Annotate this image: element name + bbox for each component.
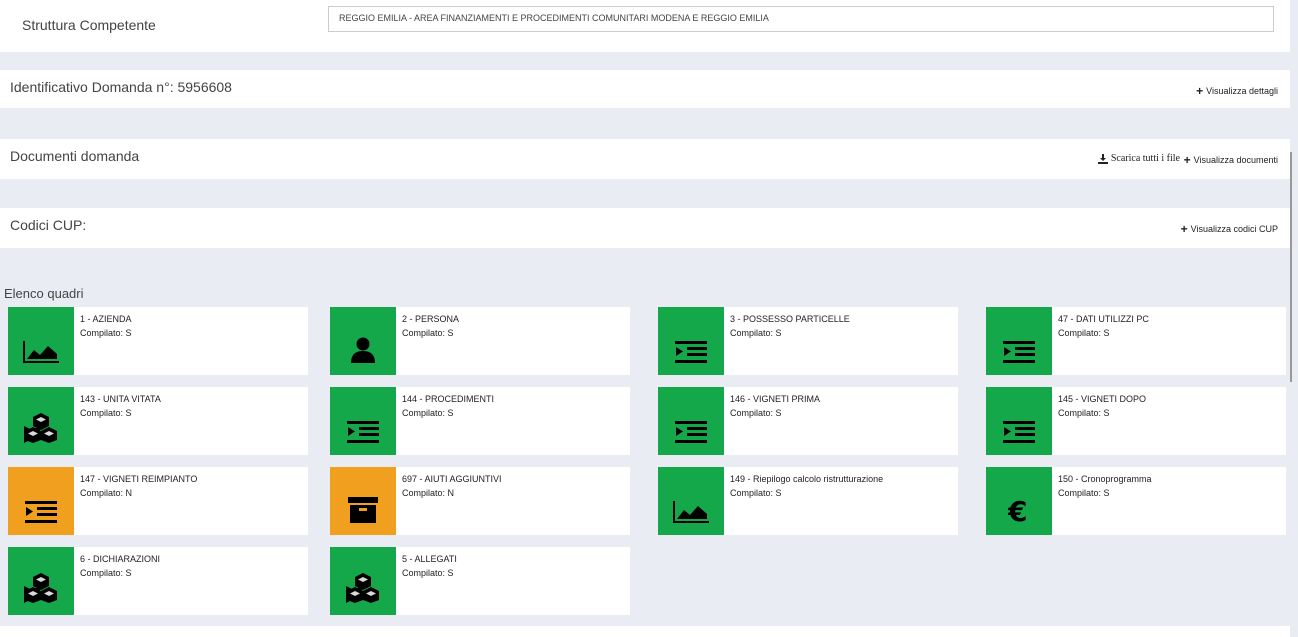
documenti-panel: Documenti domanda Scarica tutti i file +… xyxy=(0,139,1290,179)
scarica-tutti-link[interactable]: Scarica tutti i file xyxy=(1097,153,1180,164)
cubes-icon xyxy=(330,547,396,615)
plus-icon: + xyxy=(1183,153,1191,167)
quadro-card[interactable]: 143 - UNITA VITATA Compilato: S xyxy=(8,387,308,455)
quadro-title: 143 - UNITA VITATA xyxy=(80,394,161,404)
cubes-icon xyxy=(8,547,74,615)
quadro-status: Compilato: S xyxy=(730,488,782,498)
visualizza-cup-link[interactable]: + Visualizza codici CUP xyxy=(1181,222,1278,236)
cup-panel: Codici CUP: + Visualizza codici CUP xyxy=(0,208,1290,248)
indent-icon xyxy=(330,387,396,455)
area-chart-icon xyxy=(658,467,724,535)
identificativo-title: Identificativo Domanda n°: 5956608 xyxy=(10,79,232,95)
quadro-status: Compilato: S xyxy=(730,408,782,418)
scrollbar[interactable] xyxy=(1290,152,1292,382)
quadro-card[interactable]: 47 - DATI UTILIZZI PC Compilato: S xyxy=(986,307,1286,375)
quadro-card[interactable]: 5 - ALLEGATI Compilato: S xyxy=(330,547,630,615)
quadro-title: 3 - POSSESSO PARTICELLE xyxy=(730,314,850,324)
quadro-title: 1 - AZIENDA xyxy=(80,314,132,324)
svg-text:€: € xyxy=(1008,497,1027,523)
quadro-status: Compilato: S xyxy=(80,408,132,418)
quadro-title: 2 - PERSONA xyxy=(402,314,460,324)
plus-icon: + xyxy=(1196,84,1204,98)
quadro-status: Compilato: S xyxy=(80,328,132,338)
indent-icon xyxy=(986,307,1052,375)
quadro-title: 6 - DICHIARAZIONI xyxy=(80,554,161,564)
visualizza-documenti-link[interactable]: + Visualizza documenti xyxy=(1184,153,1278,167)
visualizza-dettagli-link[interactable]: + Visualizza dettagli xyxy=(1196,84,1278,98)
quadro-status: Compilato: N xyxy=(402,488,455,498)
struttura-row: Struttura Competente REGGIO EMILIA - ARE… xyxy=(0,0,1290,52)
indent-icon xyxy=(658,307,724,375)
quadro-title: 147 - VIGNETI REIMPIANTO xyxy=(80,474,198,484)
quadro-title: 149 - Riepilogo calcolo ristrutturazione xyxy=(730,474,884,484)
quadro-title: 146 - VIGNETI PRIMA xyxy=(730,394,821,404)
quadro-title: 5 - ALLEGATI xyxy=(402,554,457,564)
cubes-icon xyxy=(8,387,74,455)
quadro-card[interactable]: 149 - Riepilogo calcolo ristrutturazione… xyxy=(658,467,958,535)
archive-icon xyxy=(330,467,396,535)
struttura-value: REGGIO EMILIA - AREA FINANZIAMENTI E PRO… xyxy=(328,6,1274,32)
visualizza-documenti-label: Visualizza documenti xyxy=(1193,155,1278,165)
user-icon xyxy=(330,307,396,375)
indent-icon xyxy=(986,387,1052,455)
quadro-title: 47 - DATI UTILIZZI PC xyxy=(1058,314,1149,324)
bottom-strip xyxy=(0,626,1290,637)
cup-title: Codici CUP: xyxy=(10,217,87,233)
identificativo-panel: Identificativo Domanda n°: 5956608 + Vis… xyxy=(0,70,1290,108)
quadro-card[interactable]: 146 - VIGNETI PRIMA Compilato: S xyxy=(658,387,958,455)
quadro-status: Compilato: S xyxy=(402,568,454,578)
quadro-status: Compilato: S xyxy=(730,328,782,338)
quadro-card[interactable]: 145 - VIGNETI DOPO Compilato: S xyxy=(986,387,1286,455)
quadro-title: 697 - AIUTI AGGIUNTIVI xyxy=(402,474,502,484)
quadro-card[interactable]: 144 - PROCEDIMENTI Compilato: S xyxy=(330,387,630,455)
quadro-status: Compilato: N xyxy=(80,488,133,498)
quadro-status: Compilato: S xyxy=(1058,328,1110,338)
plus-icon: + xyxy=(1180,222,1188,236)
area-chart-icon xyxy=(8,307,74,375)
visualizza-cup-label: Visualizza codici CUP xyxy=(1190,224,1278,234)
elenco-quadri-title: Elenco quadri xyxy=(4,286,84,301)
quadro-card[interactable]: 2 - PERSONA Compilato: S xyxy=(330,307,630,375)
quadro-title: 144 - PROCEDIMENTI xyxy=(402,394,495,404)
quadro-title: 145 - VIGNETI DOPO xyxy=(1058,394,1147,404)
quadro-status: Compilato: S xyxy=(1058,488,1110,498)
quadro-card[interactable]: €150 - Cronoprogramma Compilato: S xyxy=(986,467,1286,535)
quadro-status: Compilato: S xyxy=(402,408,454,418)
indent-icon xyxy=(8,467,74,535)
quadro-status: Compilato: S xyxy=(1058,408,1110,418)
quadro-card[interactable]: 1 - AZIENDA Compilato: S xyxy=(8,307,308,375)
euro-icon: € xyxy=(986,467,1052,535)
quadro-card[interactable]: 6 - DICHIARAZIONI Compilato: S xyxy=(8,547,308,615)
visualizza-dettagli-label: Visualizza dettagli xyxy=(1206,86,1278,96)
documenti-title: Documenti domanda xyxy=(10,148,140,164)
struttura-label: Struttura Competente xyxy=(8,0,308,44)
quadro-card[interactable]: 3 - POSSESSO PARTICELLE Compilato: S xyxy=(658,307,958,375)
quadro-card[interactable]: 147 - VIGNETI REIMPIANTO Compilato: N xyxy=(8,467,308,535)
quadro-title: 150 - Cronoprogramma xyxy=(1058,474,1152,484)
quadro-status: Compilato: S xyxy=(402,328,454,338)
scarica-tutti-label: Scarica tutti i file xyxy=(1110,153,1180,164)
download-icon xyxy=(1097,153,1108,164)
indent-icon xyxy=(658,387,724,455)
quadro-status: Compilato: S xyxy=(80,568,132,578)
quadro-card[interactable]: 697 - AIUTI AGGIUNTIVI Compilato: N xyxy=(330,467,630,535)
